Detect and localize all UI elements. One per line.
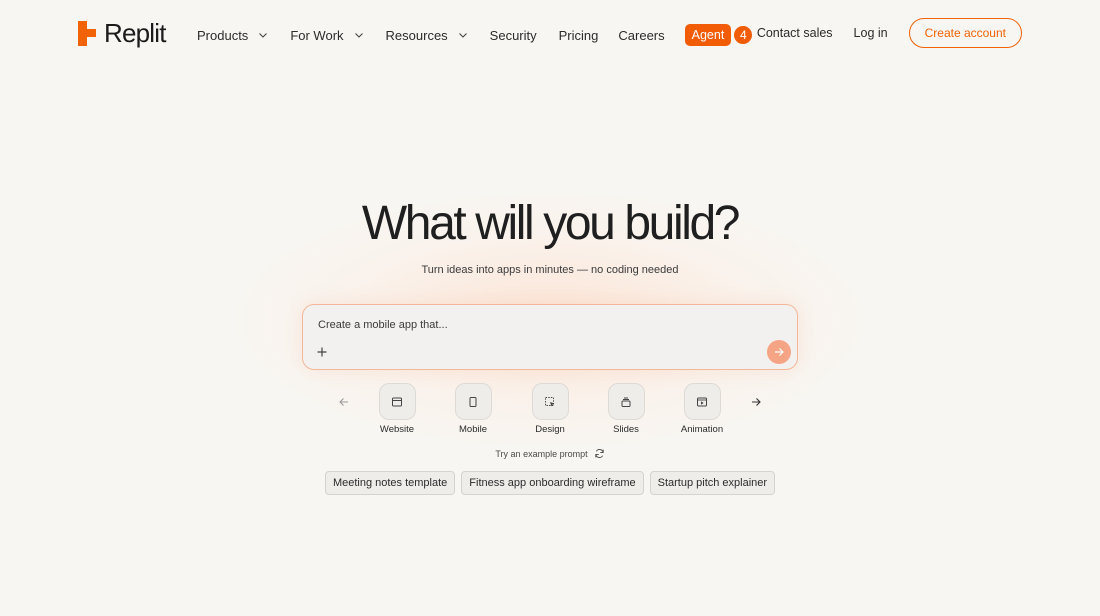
category-mobile[interactable]: Mobile [443,383,503,435]
category-label: Slides [613,424,639,435]
agent-count-badge: 4 [732,24,755,46]
category-design[interactable]: Design [520,383,580,435]
replit-logo[interactable]: Replit [78,18,166,49]
chevron-down-icon [259,33,268,38]
prompt-input[interactable] [318,317,758,333]
hero-title: What will you build? [361,197,741,250]
chevron-down-icon [354,33,363,38]
nav-products[interactable]: Products [197,28,270,43]
try-example-label: Try an example prompt [495,448,588,459]
category-label: Website [379,424,415,435]
nav-for-work[interactable]: For Work [290,28,365,43]
phone-icon [469,396,477,407]
nav-resources-label: Resources [385,27,448,43]
arrow-left-icon[interactable] [336,394,352,410]
nav-products-label: Products [197,27,249,43]
category-label: Mobile [459,424,487,435]
design-cursor-icon [545,396,555,406]
category-slides[interactable]: Slides [596,383,656,435]
top-nav: Replit Products For Work Resources Secur… [0,0,1100,66]
nav-resources[interactable]: Resources [386,28,470,43]
agent-pill[interactable]: Agent [684,24,732,46]
try-example[interactable]: Try an example prompt [0,448,1100,459]
refresh-icon[interactable] [594,448,605,459]
hero-subtitle: Turn ideas into apps in minutes — no cod… [421,264,679,276]
example-prompt-chip[interactable]: Startup pitch explainer [649,471,776,495]
log-in-link[interactable]: Log in [854,26,888,40]
category-label: Design [535,424,565,435]
nav-for-work-label: For Work [290,27,344,43]
arrow-right-icon [775,348,784,356]
category-animation[interactable]: Animation [672,383,732,435]
example-prompt-chip[interactable]: Meeting notes template [324,471,456,495]
nav-careers[interactable]: Careers [618,28,664,43]
nav-pricing[interactable]: Pricing [559,28,599,43]
nav-agent[interactable]: Agent 4 [684,24,755,46]
nav-security[interactable]: Security [490,28,537,43]
send-button[interactable] [767,340,791,364]
play-window-icon [697,397,707,406]
nav-right: Contact sales Log in Create account [757,18,1022,48]
chevron-down-icon [458,33,467,38]
prompt-box [302,304,798,370]
example-prompts: Meeting notes template Fitness app onboa… [0,471,1100,495]
replit-logo-icon [78,21,96,46]
category-label: Animation [680,424,724,435]
nav-links: Products For Work Resources Security Pri… [197,24,755,46]
brand-name: Replit [104,18,166,48]
example-prompt-chip[interactable]: Fitness app onboarding wireframe [461,471,644,495]
category-website[interactable]: Website [367,383,427,435]
plus-icon[interactable] [315,345,329,359]
browser-window-icon [392,397,402,406]
contact-sales-link[interactable]: Contact sales [757,26,833,40]
category-carousel: Website Mobile Design Slides Animation [0,383,1100,439]
slides-stack-icon [621,397,631,407]
create-account-button[interactable]: Create account [908,18,1022,48]
arrow-right-icon[interactable] [748,394,764,410]
